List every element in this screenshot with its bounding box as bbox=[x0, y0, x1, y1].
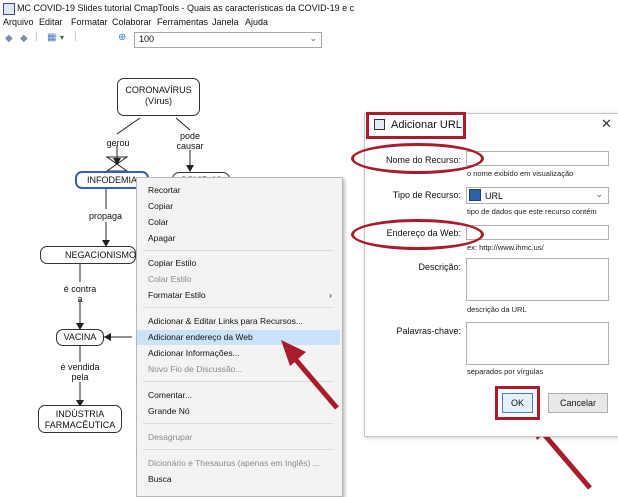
resource-type-hint: tipo de dados que este recurso contém bbox=[467, 207, 597, 216]
web-address-hint: ex: http://www.ihmc.us/ bbox=[467, 243, 544, 252]
resource-name-input[interactable] bbox=[466, 151, 609, 166]
red-arrow-head bbox=[281, 340, 306, 366]
close-icon[interactable]: ✕ bbox=[601, 116, 612, 132]
red-arrow-shaft bbox=[294, 358, 339, 410]
resource-type-value: URL bbox=[485, 191, 504, 201]
chevron-down-icon: ⌄ bbox=[595, 189, 603, 199]
resource-name-hint: o nome exibido em visualização bbox=[467, 169, 574, 178]
resource-type-select[interactable]: URL ⌄ bbox=[466, 187, 609, 204]
url-type-icon bbox=[469, 189, 481, 201]
description-label: Descrição: bbox=[418, 262, 461, 272]
description-hint: descrição da URL bbox=[467, 305, 527, 314]
web-address-input[interactable] bbox=[466, 225, 609, 240]
highlight-resource-name bbox=[351, 143, 484, 174]
keywords-textarea[interactable] bbox=[466, 322, 609, 365]
highlight-ok-button bbox=[495, 386, 540, 420]
keywords-hint: separados por vírgulas bbox=[467, 367, 544, 376]
red-arrow-shaft bbox=[540, 430, 592, 490]
cancel-button[interactable]: Cancelar bbox=[548, 393, 608, 413]
highlight-dialog-title bbox=[366, 112, 466, 139]
resource-type-label: Tipo de Recurso: bbox=[392, 190, 461, 200]
highlight-web-address bbox=[351, 219, 484, 250]
keywords-label: Palavras-chave: bbox=[396, 326, 461, 336]
description-textarea[interactable] bbox=[466, 258, 609, 301]
